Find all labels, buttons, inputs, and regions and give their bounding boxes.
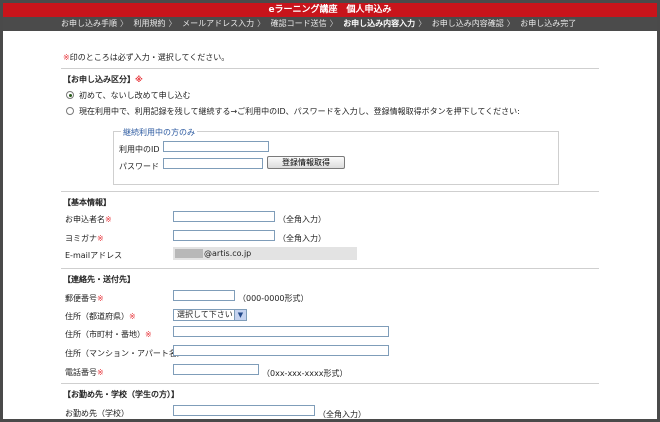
browser-frame: eラーニング講座 個人申込み お申し込み手順〉 利用規約〉 メールアドレス入力〉… [3, 3, 657, 419]
current-id-input[interactable] [163, 141, 269, 152]
form-content: ※印のところは必ず入力・選択してください。 【お申し込み区分】※ 初めて、ないし… [3, 31, 657, 419]
step-1: お申し込み手順 [61, 19, 117, 28]
step-7: お申し込み完了 [520, 19, 577, 28]
phone-input[interactable] [173, 364, 259, 375]
email-label: E-mailアドレス [65, 251, 123, 260]
radio-new-application[interactable] [66, 91, 74, 99]
section-work: 【お勤め先・学校（学生の方）】 [63, 390, 179, 399]
radio-continue-application[interactable] [66, 107, 74, 115]
section-heading: 【お申し込み区分】 [63, 75, 135, 84]
building-input[interactable] [173, 345, 389, 356]
zip-label: 郵便番号※ [65, 293, 104, 304]
section-basic-info: 【基本情報】 [63, 198, 111, 207]
current-id-label: 利用中のID [119, 145, 160, 154]
step-separator: 〉 [418, 19, 427, 28]
kana-input[interactable] [173, 230, 275, 241]
required-note-text: 印のところは必ず入力・選択してください。 [69, 53, 230, 62]
step-separator: 〉 [506, 19, 515, 28]
password-input[interactable] [163, 158, 263, 169]
divider [61, 268, 599, 269]
applicant-name-hint: （全角入力） [278, 215, 326, 224]
required-mark: ※ [129, 312, 136, 321]
phone-label-text: 電話番号 [65, 368, 97, 377]
divider [61, 383, 599, 384]
step-separator: 〉 [329, 19, 338, 28]
step-3: メールアドレス入力 [182, 19, 255, 28]
required-mark: ※ [97, 234, 104, 243]
required-mark: ※ [63, 53, 70, 62]
step-4: 確認コード送信 [270, 19, 327, 28]
prefecture-label: 住所（都道府県）※ [65, 311, 136, 322]
zip-label-text: 郵便番号 [65, 294, 97, 303]
step-separator: 〉 [257, 19, 266, 28]
email-value: @artis.co.jp [204, 249, 252, 258]
required-mark: ※ [105, 215, 112, 224]
kana-label-text: ヨミガナ [65, 234, 97, 243]
prefecture-select-value: 選択して下さい [177, 310, 233, 319]
kana-hint: （全角入力） [278, 234, 326, 243]
fetch-registration-button[interactable]: 登録情報取得 [267, 156, 345, 169]
employer-hint: （全角入力） [318, 410, 366, 419]
required-mark: ※ [97, 368, 104, 377]
divider [61, 68, 599, 69]
city-label: 住所（市町村・番地）※ [65, 329, 152, 340]
step-2: 利用規約 [133, 19, 166, 28]
step-breadcrumb: お申し込み手順〉 利用規約〉 メールアドレス入力〉 確認コード送信〉 お申し込み… [3, 17, 657, 31]
applicant-name-input[interactable] [173, 211, 275, 222]
employer-label: お勤め先（学校） [65, 409, 129, 418]
building-label: 住所（マンション・アパート名） [65, 349, 185, 358]
prefecture-select[interactable]: 選択して下さい ▼ [173, 309, 247, 321]
zip-hint: （000-0000形式） [238, 294, 309, 303]
email-masked-part [175, 249, 203, 258]
step-separator: 〉 [168, 19, 177, 28]
employer-input[interactable] [173, 405, 315, 416]
applicant-name-label-text: お申込者名 [65, 215, 105, 224]
section-application-type: 【お申し込み区分】※ [63, 74, 143, 85]
required-mark: ※ [97, 294, 104, 303]
city-input[interactable] [173, 326, 389, 337]
required-mark: ※ [135, 75, 143, 84]
radio-continue-label: 現在利用中で、利用記録を残して継続する→ご利用中のID、パスワードを入力し、登録… [79, 107, 520, 116]
step-6: お申し込み内容確認 [431, 19, 504, 28]
section-contact: 【連絡先・送付先】 [63, 275, 135, 284]
phone-hint: （0xx-xxx-xxxx形式） [262, 369, 348, 378]
required-note: ※印のところは必ず入力・選択してください。 [63, 52, 229, 63]
continuing-user-legend: 継続利用中の方のみ [121, 127, 197, 138]
radio-new-label: 初めて、ないし改めて申し込む [79, 91, 191, 100]
phone-label: 電話番号※ [65, 367, 104, 378]
step-5-current: お申し込み内容入力 [343, 19, 416, 28]
kana-label: ヨミガナ※ [65, 233, 104, 244]
page-title: eラーニング講座 個人申込み [3, 3, 657, 17]
applicant-name-label: お申込者名※ [65, 214, 112, 225]
step-separator: 〉 [120, 19, 128, 28]
chevron-down-icon[interactable]: ▼ [234, 310, 246, 320]
required-mark: ※ [145, 330, 152, 339]
prefecture-label-text: 住所（都道府県） [65, 312, 129, 321]
zip-input[interactable] [173, 290, 235, 301]
city-label-text: 住所（市町村・番地） [65, 330, 145, 339]
password-label: パスワード [119, 162, 159, 171]
divider [61, 191, 599, 192]
